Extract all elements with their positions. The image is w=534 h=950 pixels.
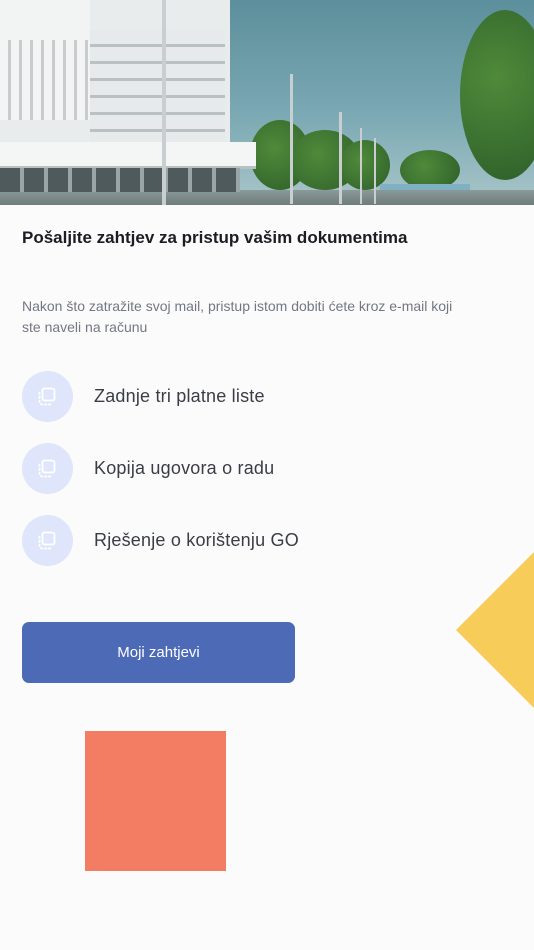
document-label: Kopija ugovora o radu xyxy=(94,457,275,478)
document-icon xyxy=(22,370,73,422)
list-item: Kopija ugovora o radu xyxy=(22,442,442,494)
decorative-salmon-square xyxy=(85,731,226,871)
document-icon xyxy=(22,442,73,494)
document-list: Zadnje tri platne liste Kopija ugovora o… xyxy=(22,370,442,586)
document-label: Zadnje tri platne liste xyxy=(94,385,265,406)
document-request-screen: Pošaljite zahtjev za pristup vašim dokum… xyxy=(0,0,534,950)
document-label: Rješenje o korištenju GO xyxy=(94,529,299,550)
list-item: Zadnje tri platne liste xyxy=(22,370,442,422)
decorative-yellow-shape xyxy=(456,552,534,708)
my-requests-button[interactable]: Moji zahtjevi xyxy=(22,622,295,683)
hero-building-photo xyxy=(0,0,534,205)
document-icon xyxy=(22,514,73,566)
list-item: Rješenje o korištenju GO xyxy=(22,514,442,566)
page-title: Pošaljite zahtjev za pristup vašim dokum… xyxy=(22,228,408,247)
page-description: Nakon što zatražite svoj mail, pristup i… xyxy=(22,298,453,335)
